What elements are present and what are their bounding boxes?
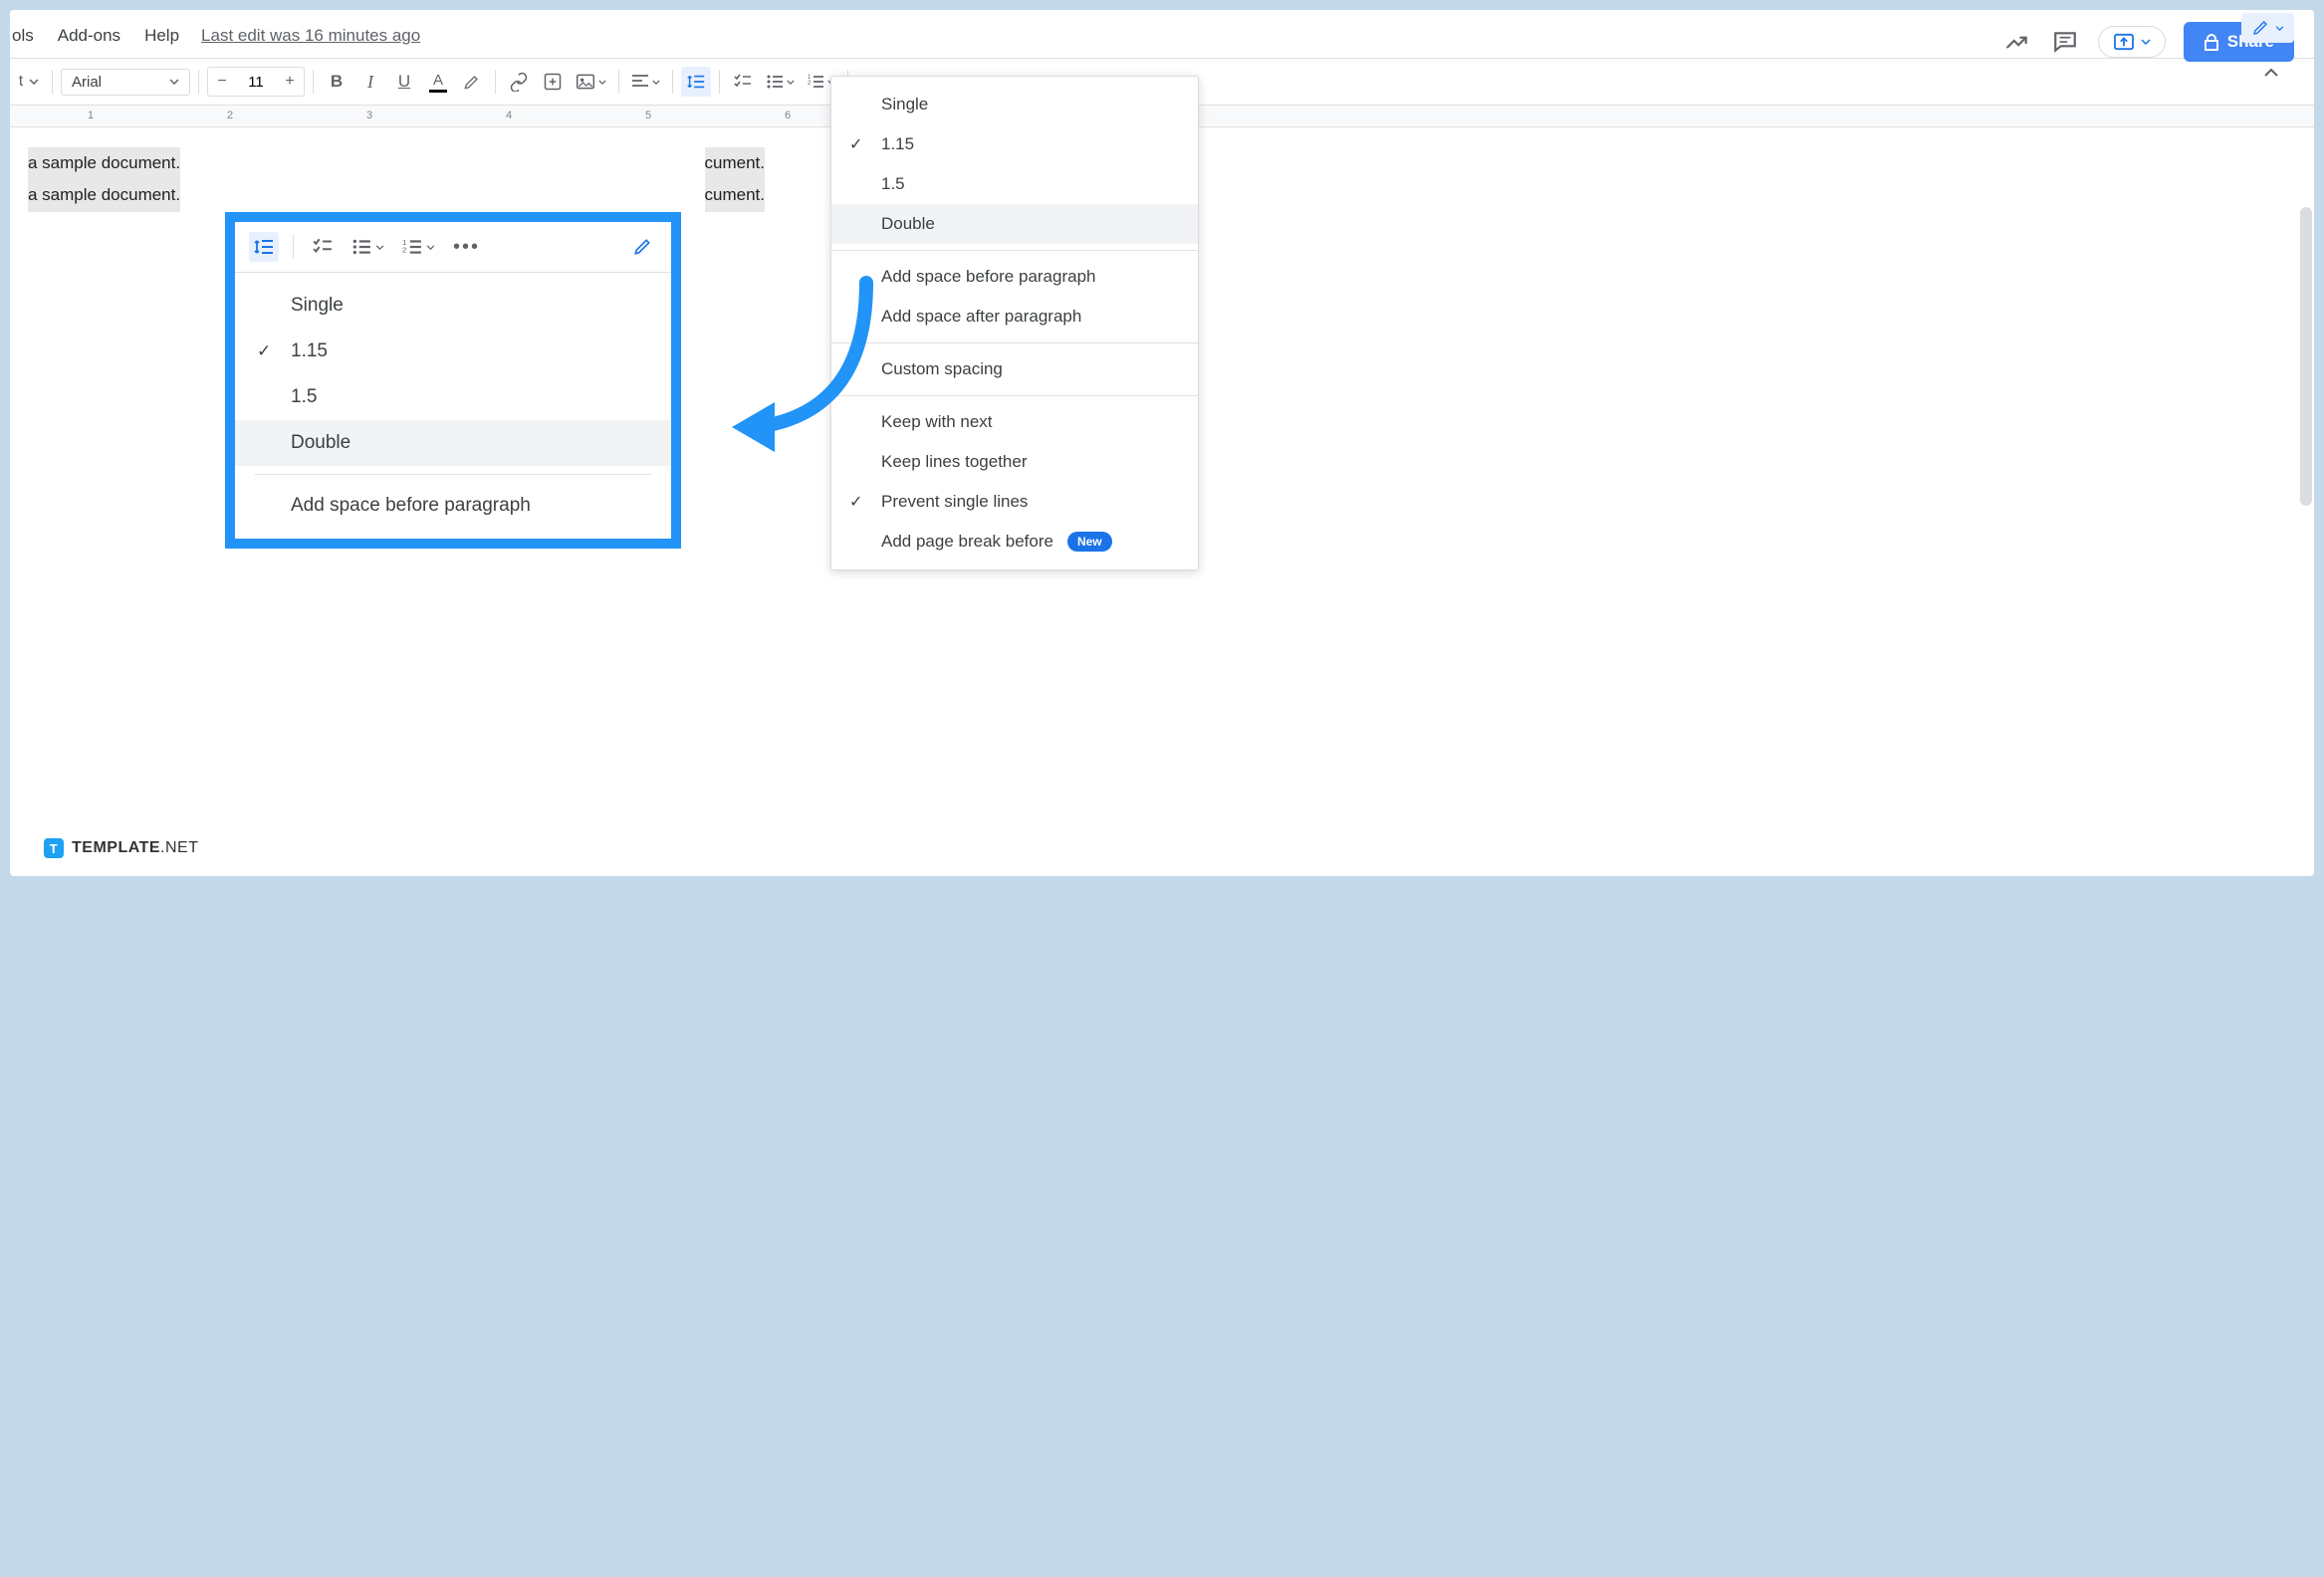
menu-option-space-before[interactable]: Add space before paragraph [235,483,671,529]
line-spacing-dropdown: Single ✓1.15 1.5 Double Add space before… [830,76,1199,570]
underline-button[interactable]: U [389,67,419,97]
callout-box: 12 ••• Single ✓1.15 1.5 Double Add space… [225,212,681,549]
dropdown-option-15[interactable]: 1.5 [831,164,1198,204]
text-line[interactable]: a sample document. [28,179,180,211]
last-edit-link[interactable]: Last edit was 16 minutes ago [201,26,420,46]
dropdown-keep-lines[interactable]: Keep lines together [831,442,1198,482]
bullet-list-button[interactable] [762,67,799,97]
trend-icon[interactable] [2002,27,2032,57]
scrollbar-thumb[interactable] [2300,207,2312,506]
collapse-toolbar-button[interactable] [2256,58,2286,88]
menu-option-115[interactable]: ✓1.15 [235,329,671,374]
more-icon[interactable]: ••• [449,232,484,262]
image-button[interactable] [572,67,610,97]
callout-toolbar: 12 ••• [235,222,671,273]
divider [831,395,1198,396]
dropdown-space-before[interactable]: Add space before paragraph [831,257,1198,297]
editing-mode-button[interactable] [2241,13,2294,43]
dropdown-custom-spacing[interactable]: Custom spacing [831,349,1198,389]
font-size-value[interactable]: 11 [236,74,276,91]
divider [255,474,651,475]
menu-help[interactable]: Help [142,22,181,50]
template-logo-icon: T [44,838,64,858]
divider [293,235,294,259]
link-button[interactable] [504,67,534,97]
divider [52,70,53,94]
watermark-net: .NET [160,839,198,856]
document-area[interactable]: a sample document. cument. a sample docu… [10,127,2314,824]
divider [719,70,720,94]
menu-addons[interactable]: Add-ons [56,22,122,50]
present-button[interactable] [2098,26,2166,58]
numbered-list-icon[interactable]: 12 [398,232,439,262]
italic-button[interactable]: I [355,67,385,97]
comment-add-button[interactable] [538,67,568,97]
app-window: ols Add-ons Help Last edit was 16 minute… [10,10,2314,876]
align-button[interactable] [627,67,664,97]
style-dropdown[interactable]: t [14,67,44,97]
text-color-button[interactable]: A [423,67,453,97]
font-dropdown[interactable]: Arial [61,69,190,96]
font-size-decrease[interactable]: − [208,68,236,96]
bullet-list-icon[interactable] [348,232,388,262]
text-line[interactable]: cument. [705,179,765,211]
text-line[interactable]: cument. [705,147,765,179]
line-spacing-button[interactable] [681,67,711,97]
divider [198,70,199,94]
bold-button[interactable]: B [322,67,351,97]
dropdown-space-after[interactable]: Add space after paragraph [831,297,1198,337]
highlight-button[interactable] [457,67,487,97]
divider [672,70,673,94]
divider [831,250,1198,251]
dropdown-prevent-single[interactable]: ✓Prevent single lines [831,482,1198,522]
menu-bar: ols Add-ons Help Last edit was 16 minute… [10,10,2314,58]
divider [495,70,496,94]
watermark-text: TEMPLATE [72,839,160,856]
callout-menu: Single ✓1.15 1.5 Double Add space before… [235,273,671,539]
watermark: T TEMPLATE.NET [44,838,198,858]
checklist-button[interactable] [728,67,758,97]
dropdown-option-double[interactable]: Double [831,204,1198,244]
comment-icon[interactable] [2050,27,2080,57]
dropdown-option-single[interactable]: Single [831,85,1198,124]
check-icon: ✓ [849,492,862,512]
dropdown-option-115[interactable]: ✓1.15 [831,124,1198,164]
divider [831,342,1198,343]
new-badge: New [1067,532,1112,552]
divider [618,70,619,94]
dropdown-keep-next[interactable]: Keep with next [831,402,1198,442]
menu-option-15[interactable]: 1.5 [235,374,671,420]
menu-option-single[interactable]: Single [235,283,671,329]
edit-icon[interactable] [627,232,657,262]
check-icon: ✓ [849,134,862,154]
text-line[interactable]: a sample document. [28,147,180,179]
dropdown-page-break[interactable]: Add page break beforeNew [831,522,1198,562]
check-icon: ✓ [257,341,271,361]
svg-text:2: 2 [808,81,812,87]
checklist-icon[interactable] [308,232,338,262]
line-spacing-icon[interactable] [249,232,279,262]
menu-option-double[interactable]: Double [235,420,671,466]
svg-text:2: 2 [402,246,406,255]
font-size-increase[interactable]: + [276,68,304,96]
menu-tools[interactable]: ols [10,22,36,50]
font-size-control: − 11 + [207,67,305,97]
divider [313,70,314,94]
